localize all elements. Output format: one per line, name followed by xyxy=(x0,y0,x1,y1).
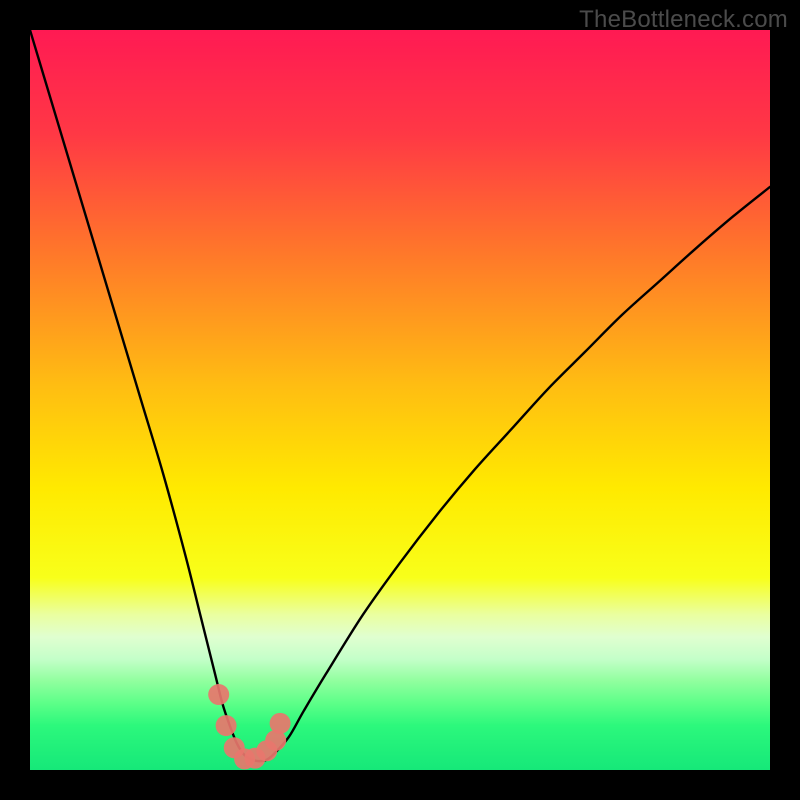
marker-dot xyxy=(208,684,229,705)
watermark-text: TheBottleneck.com xyxy=(579,6,788,34)
chart-frame: TheBottleneck.com xyxy=(0,0,800,800)
plot-area xyxy=(30,30,770,770)
marker-dot xyxy=(216,715,237,736)
marker-dot xyxy=(270,713,291,734)
chart-svg xyxy=(30,30,770,770)
